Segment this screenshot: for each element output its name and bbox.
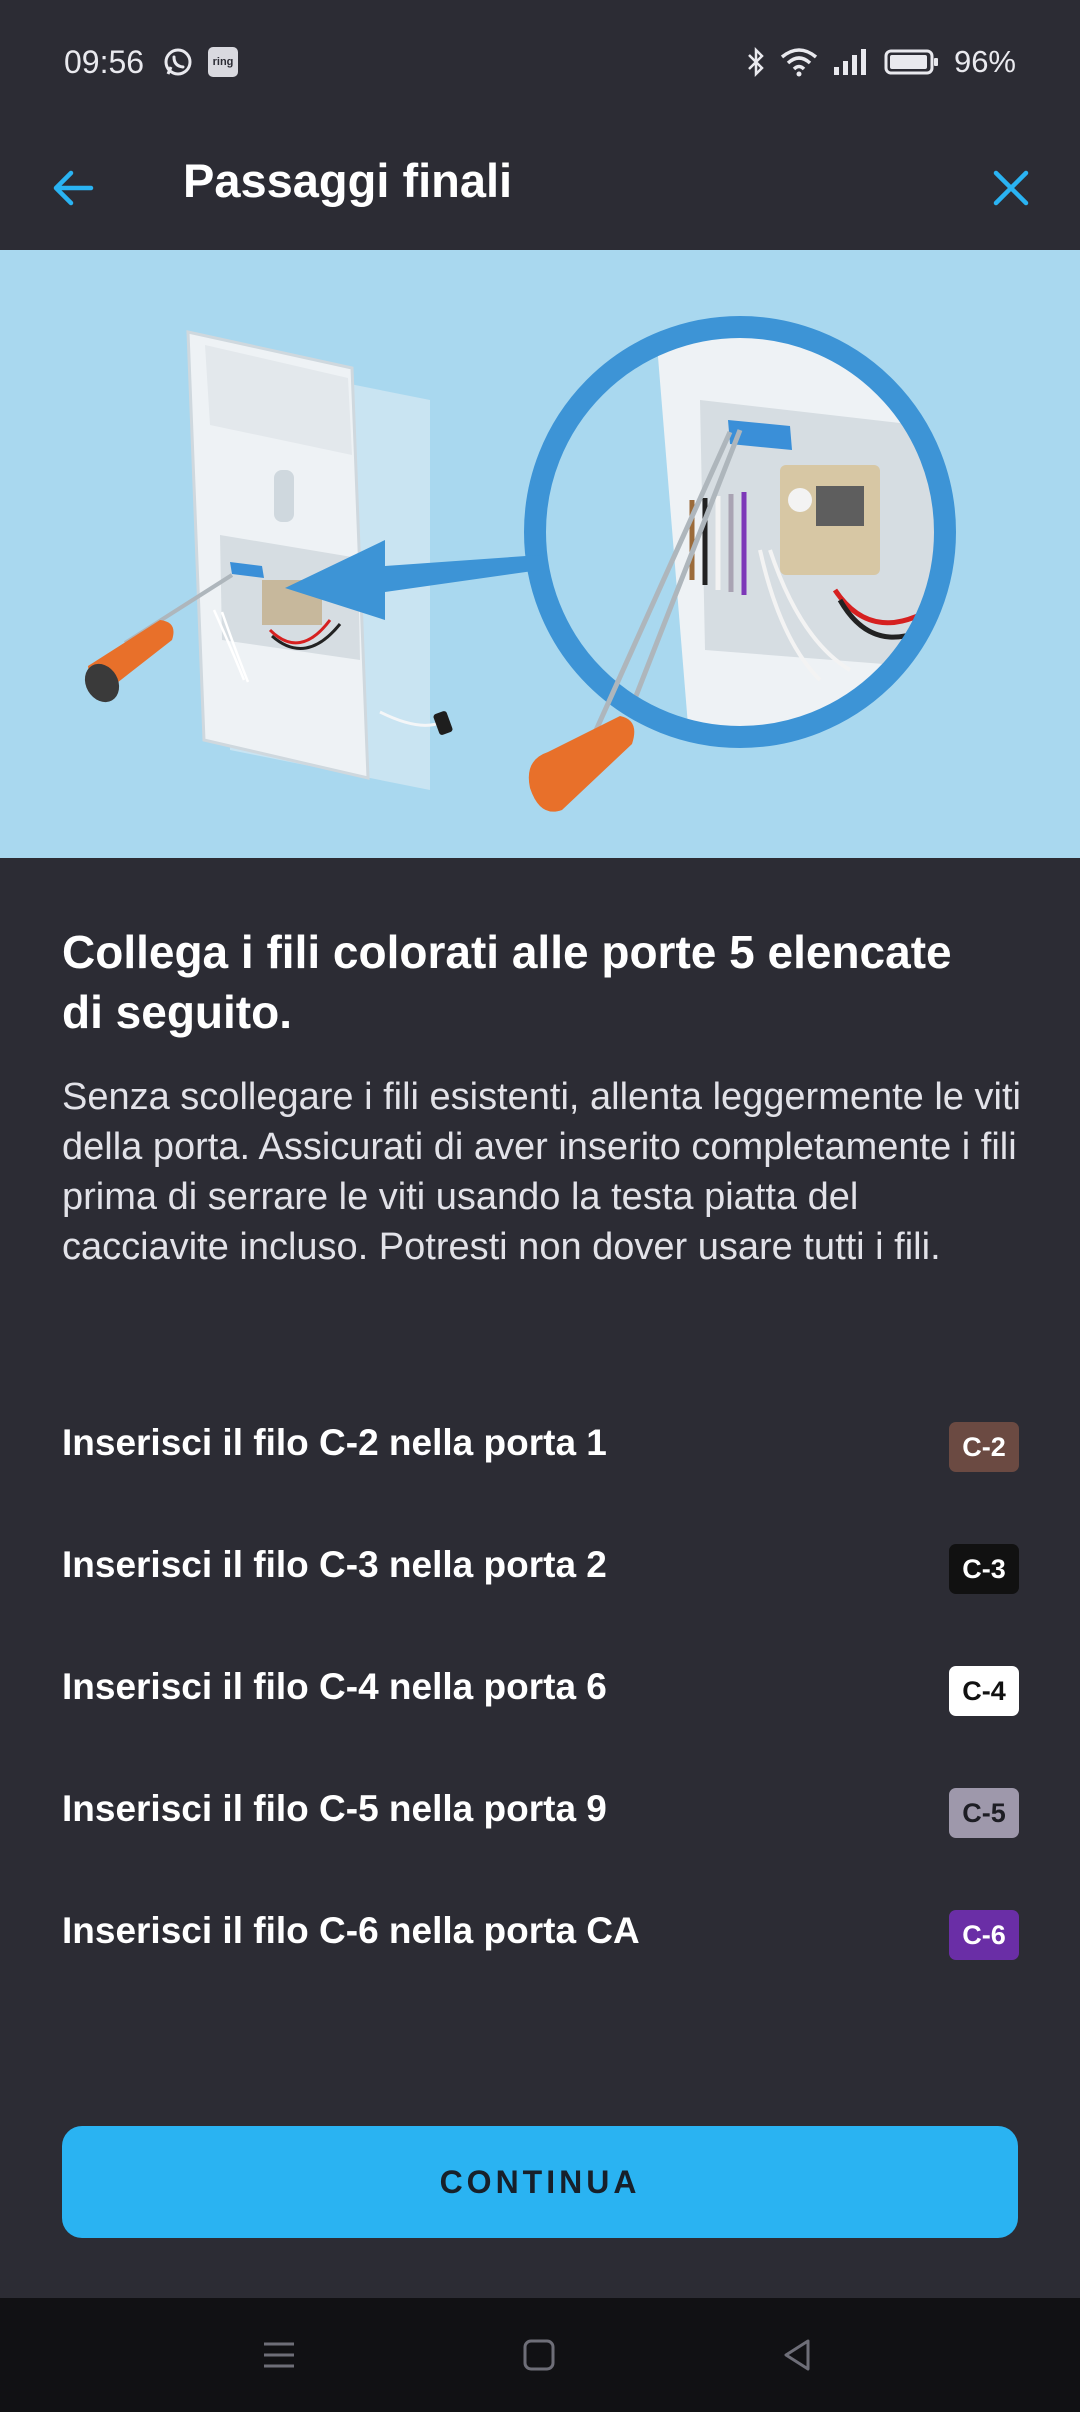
- system-nav-bar: [0, 2298, 1080, 2412]
- wire-row: Inserisci il filo C-2 nella porta 1 C-2: [62, 1388, 1019, 1510]
- wire-row: Inserisci il filo C-3 nella porta 2 C-3: [62, 1510, 1019, 1632]
- close-button[interactable]: [978, 155, 1044, 221]
- wiring-illustration: [0, 250, 1080, 858]
- close-icon: [993, 170, 1029, 206]
- recents-button[interactable]: [254, 2330, 304, 2380]
- instruction-heading: Collega i fili colorati alle porte 5 ele…: [62, 926, 952, 1038]
- ring-icon: ring: [208, 47, 238, 77]
- wire-instruction: Inserisci il filo C-5 nella porta 9: [62, 1788, 607, 1829]
- battery-percent: 96%: [953, 44, 1016, 79]
- wire-instruction: Inserisci il filo C-6 nella porta CA: [62, 1910, 640, 1951]
- status-right-icons: 96%: [746, 44, 1016, 80]
- wire-instruction: Inserisci il filo C-3 nella porta 2: [62, 1544, 607, 1585]
- wire-badge: C-3: [949, 1544, 1019, 1594]
- triangle-back-icon: [784, 2339, 810, 2371]
- wire-row: Inserisci il filo C-5 nella porta 9 C-5: [62, 1754, 1019, 1876]
- wire-badge: C-4: [949, 1666, 1019, 1716]
- status-bar: 09:56 ring 96%: [0, 0, 1080, 125]
- wiring-illustration-drawing: [84, 316, 956, 812]
- arrow-left-icon: [53, 170, 94, 206]
- instruction-body: Senza scollegare i fili esistenti, allen…: [62, 1076, 1021, 1268]
- wire-list: Inserisci il filo C-2 nella porta 1 C-2 …: [62, 1388, 1019, 1998]
- whatsapp-icon: [164, 48, 192, 76]
- home-square-icon: [523, 2339, 555, 2371]
- bluetooth-icon: [748, 46, 764, 78]
- page-title: Passaggi finali: [183, 154, 513, 207]
- home-button[interactable]: [514, 2330, 564, 2380]
- menu-icon: [264, 2342, 294, 2368]
- wire-badge: C-2: [949, 1422, 1019, 1472]
- continue-button[interactable]: CONTINUA: [62, 2126, 1018, 2238]
- wire-row: Inserisci il filo C-4 nella porta 6 C-4: [62, 1632, 1019, 1754]
- back-button[interactable]: [40, 155, 106, 221]
- wire-row: Inserisci il filo C-6 nella porta CA C-6: [62, 1876, 1019, 1998]
- back-nav-button[interactable]: [772, 2330, 822, 2380]
- notification-icons: ring: [162, 46, 238, 78]
- wire-badge: C-6: [949, 1910, 1019, 1960]
- wire-instruction: Inserisci il filo C-4 nella porta 6: [62, 1666, 607, 1707]
- battery-icon: [884, 49, 938, 75]
- signal-icon: [833, 49, 866, 75]
- top-app-bar: Passaggi finali: [0, 125, 1080, 250]
- status-time: 09:56: [64, 44, 145, 80]
- wire-instruction: Inserisci il filo C-2 nella porta 1: [62, 1422, 607, 1463]
- wire-badge: C-5: [949, 1788, 1019, 1838]
- wifi-icon: [780, 48, 818, 77]
